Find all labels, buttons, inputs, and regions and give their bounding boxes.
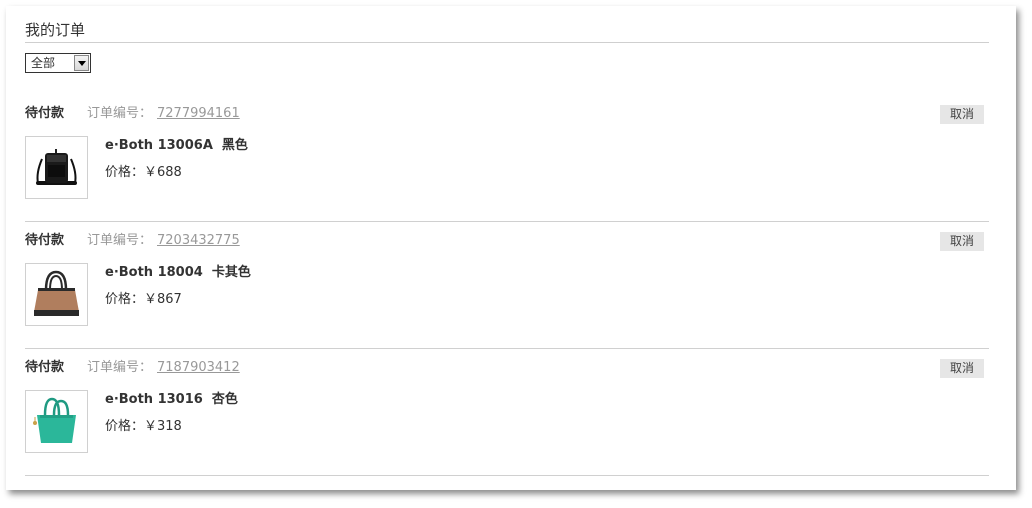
price-label: 价格：	[105, 419, 145, 434]
cancel-order-button[interactable]: 取消	[940, 105, 984, 124]
order-status: 待付款	[25, 233, 65, 248]
order-item: 待付款 订单编号： 7277994161 取消 e·Both 13006A 黑色…	[25, 6, 989, 222]
cancel-order-button[interactable]: 取消	[940, 359, 984, 378]
order-number-link[interactable]: 7203432775	[157, 233, 240, 249]
product-name-link[interactable]: e·Both 13016 杏色	[105, 392, 238, 408]
order-item: 待付款 订单编号： 7203432775 取消 e·Both 18004 卡其色…	[25, 133, 989, 349]
order-status: 待付款	[25, 360, 65, 375]
price-row: 价格：￥318	[105, 419, 182, 435]
order-number-label: 订单编号：	[87, 106, 153, 121]
order-item: 待付款 订单编号： 7187903412 取消 e·Both 13016 杏色 …	[25, 260, 989, 476]
orders-content: 我的订单 全部 待付款 订单编号： 7277994161 取消 e·Both 1…	[25, 6, 989, 490]
cancel-order-button[interactable]: 取消	[940, 232, 984, 251]
order-number-label: 订单编号：	[87, 360, 153, 375]
orders-panel: 我的订单 全部 待付款 订单编号： 7277994161 取消 e·Both 1…	[6, 6, 1016, 490]
price-value: ￥318	[144, 419, 182, 434]
order-number-link[interactable]: 7187903412	[157, 360, 240, 376]
order-number-link[interactable]: 7277994161	[157, 106, 240, 122]
order-divider	[25, 475, 989, 476]
product-thumbnail[interactable]	[25, 390, 88, 453]
order-status: 待付款	[25, 106, 65, 121]
order-number-label: 订单编号：	[87, 233, 153, 248]
teal-tote-bag-icon	[33, 397, 76, 443]
